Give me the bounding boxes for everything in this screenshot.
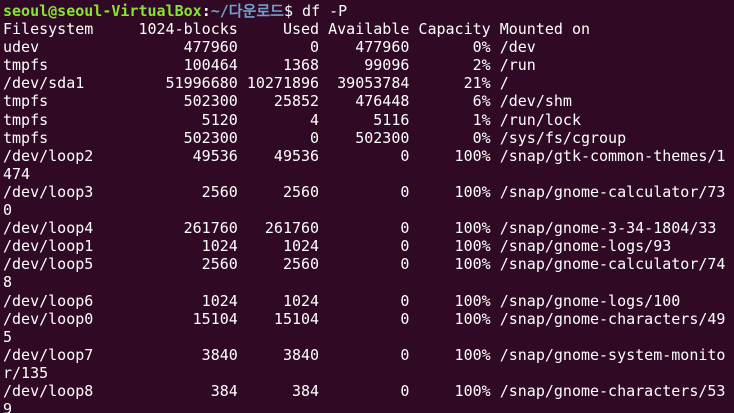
output-line: /dev/loop4 261760 261760 0 100% /snap/gn… (3, 219, 717, 238)
output-line: 474 (3, 164, 31, 183)
output-line: /dev/loop1 1024 1024 0 100% /snap/gnome-… (3, 237, 672, 256)
prompt-line: seoul@seoul-VirtualBox:~/다운로드$ df -P (3, 2, 734, 20)
output-line: udev 477960 0 477960 0% /dev (3, 38, 536, 57)
output-line: /dev/loop8 384 384 0 100% /snap/gnome-ch… (3, 381, 726, 400)
output-line: /dev/loop5 2560 2560 0 100% /snap/gnome-… (3, 255, 726, 274)
output-line: /dev/loop6 1024 1024 0 100% /snap/gnome-… (3, 291, 681, 310)
output-header: Filesystem 1024-blocks Used Available Ca… (3, 20, 590, 39)
prompt-path: ~/다운로드 (210, 2, 284, 20)
output-line: tmpfs 5120 4 5116 1% /run/lock (3, 110, 581, 129)
prompt-user-host: seoul@seoul-VirtualBox (3, 2, 202, 20)
output-line: /dev/loop7 3840 3840 0 100% /snap/gnome-… (3, 345, 726, 364)
output-line: /dev/loop3 2560 2560 0 100% /snap/gnome-… (3, 182, 726, 201)
output-line: tmpfs 502300 0 502300 0% /sys/fs/cgroup (3, 128, 627, 147)
output-line: 0 (3, 201, 13, 220)
output-line: /dev/loop0 15104 15104 0 100% /snap/gnom… (3, 309, 726, 328)
terminal-window[interactable]: seoul@seoul-VirtualBox:~/다운로드$ df -P Fil… (0, 0, 734, 413)
output-line: /dev/loop2 49536 49536 0 100% /snap/gtk-… (3, 146, 726, 165)
prompt-symbol: $ (283, 2, 294, 20)
output-line: tmpfs 502300 25852 476448 6% /dev/shm (3, 92, 572, 111)
output-line: r/135 (3, 363, 49, 382)
output-line: 8 (3, 273, 13, 292)
typed-command: df -P (293, 2, 348, 20)
output-line: 5 (3, 327, 13, 346)
output-line: /dev/sda1 51996680 10271896 39053784 21%… (3, 74, 509, 93)
prompt-separator: : (201, 2, 211, 20)
output-line: 9 (3, 400, 13, 413)
output-line: tmpfs 100464 1368 99096 2% /run (3, 56, 536, 75)
